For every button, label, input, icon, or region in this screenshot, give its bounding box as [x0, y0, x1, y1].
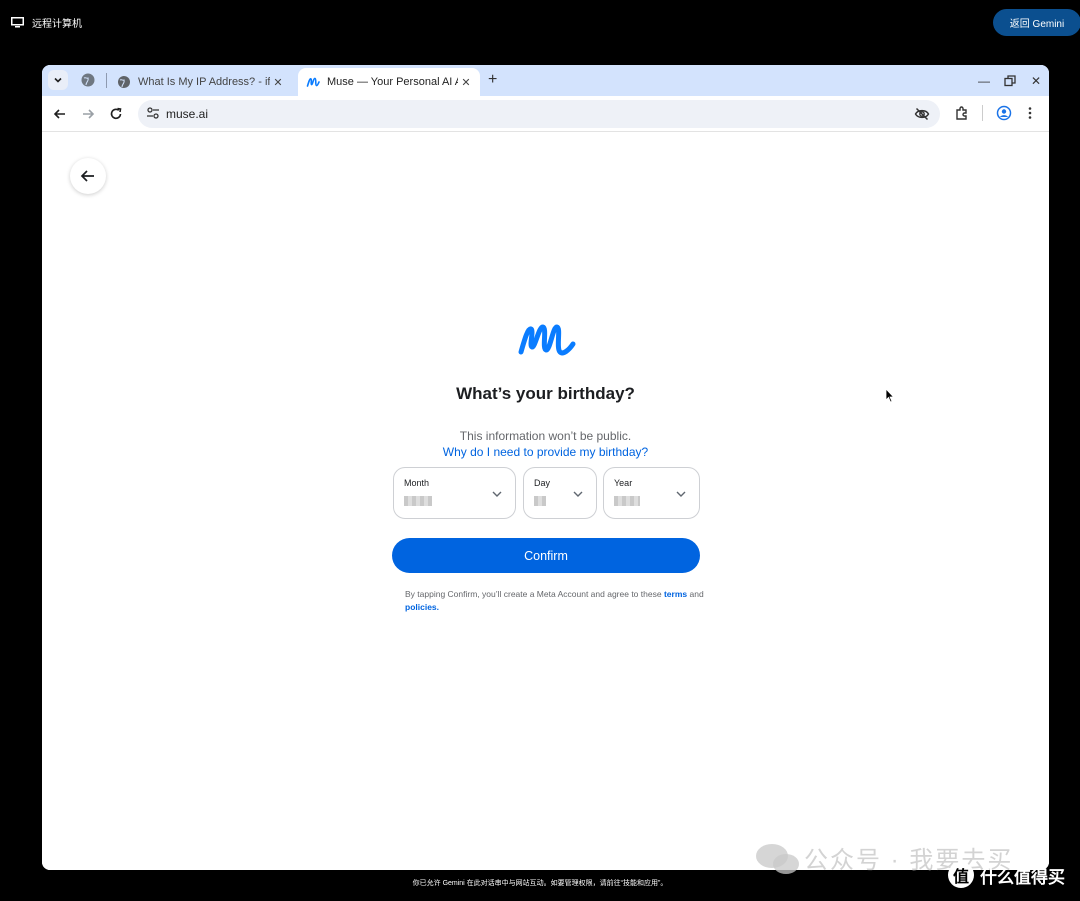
brand-badge: 值: [948, 862, 974, 888]
new-tab-icon[interactable]: +: [488, 71, 504, 89]
extensions-icon[interactable]: [954, 105, 970, 121]
reload-icon[interactable]: [107, 105, 125, 123]
browser-window: What Is My IP Address? - ifc ✕ Muse — Yo…: [42, 65, 1049, 870]
tab-ip-address[interactable]: What Is My IP Address? - ifc ✕: [114, 68, 292, 96]
globe-icon: [118, 76, 130, 88]
tab-muse[interactable]: Muse — Your Personal AI Ap ✕: [298, 68, 480, 96]
policies-link[interactable]: policies.: [405, 602, 439, 612]
eye-off-icon[interactable]: [914, 106, 930, 122]
terms-link[interactable]: terms: [664, 589, 687, 599]
terms-prefix: By tapping Confirm, you’ll create a Meta…: [405, 589, 662, 599]
minimize-icon[interactable]: —: [978, 74, 990, 88]
arrow-left-icon: [80, 170, 94, 182]
brand-text: 什么值得买: [980, 867, 1065, 887]
close-tab-icon[interactable]: ✕: [270, 76, 286, 89]
tab-separator: [106, 73, 107, 88]
chevron-down-icon: [54, 77, 62, 83]
browser-toolbar: muse.ai: [42, 96, 1049, 132]
year-select[interactable]: Year: [603, 467, 700, 519]
mouse-cursor-icon: [885, 388, 895, 403]
month-label: Month: [404, 478, 430, 488]
restore-icon[interactable]: [1004, 75, 1016, 87]
day-select[interactable]: Day: [523, 467, 597, 519]
pinned-tab-globe-icon[interactable]: [80, 72, 96, 88]
muse-logo: [518, 324, 576, 356]
page-content: What’s your birthday? This information w…: [42, 133, 1049, 870]
month-value-blurred: [404, 496, 432, 506]
brand-watermark: 值 什么值得买: [948, 862, 1065, 888]
site-settings-icon[interactable]: [146, 106, 160, 120]
privacy-note: This information won’t be public.: [459, 429, 632, 443]
day-label: Day: [534, 478, 551, 488]
toolbar-divider: [982, 105, 983, 121]
terms-and: and: [689, 589, 704, 599]
tab-title: Muse — Your Personal AI Ap: [327, 76, 458, 88]
back-arrow-icon[interactable]: [51, 105, 69, 123]
forward-arrow-icon[interactable]: [79, 105, 97, 123]
year-value-blurred: [614, 496, 640, 506]
why-birthday-link[interactable]: Why do I need to provide my birthday?: [42, 445, 1049, 459]
monitor-icon: [11, 17, 24, 28]
profile-icon[interactable]: [996, 105, 1012, 121]
page-title: What’s your birthday?: [456, 384, 635, 403]
page-back-button[interactable]: [70, 158, 106, 194]
remote-computer-title: 远程计算机: [32, 19, 82, 30]
chevron-down-icon: [676, 491, 686, 497]
url-text: muse.ai: [166, 107, 209, 121]
address-bar[interactable]: muse.ai: [138, 100, 940, 128]
muse-logo-icon: [306, 77, 320, 87]
remote-desktop-topbar: 远程计算机 返回 Gemini: [0, 0, 1080, 44]
remote-computer-label: 远程计算机: [11, 15, 82, 30]
month-select[interactable]: Month: [393, 467, 516, 519]
close-tab-icon[interactable]: ✕: [458, 76, 474, 89]
chevron-down-icon: [573, 491, 583, 497]
terms-notice: By tapping Confirm, you’ll create a Meta…: [405, 588, 705, 614]
chevron-down-icon: [492, 491, 502, 497]
tab-title: What Is My IP Address? - ifc: [138, 76, 270, 88]
close-window-icon[interactable]: ✕: [1031, 74, 1041, 88]
tab-strip: What Is My IP Address? - ifc ✕ Muse — Yo…: [42, 65, 1049, 96]
year-label: Year: [614, 478, 633, 488]
back-to-gemini-button[interactable]: 返回 Gemini: [993, 9, 1080, 36]
day-value-blurred: [534, 496, 546, 506]
tab-search-button[interactable]: [48, 70, 68, 90]
confirm-button[interactable]: Confirm: [392, 538, 700, 573]
more-menu-icon[interactable]: [1026, 105, 1034, 121]
